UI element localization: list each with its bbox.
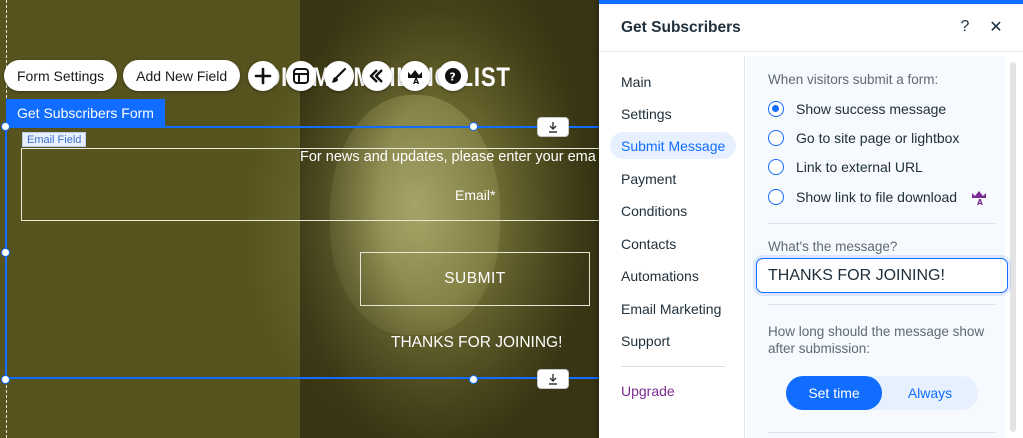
plus-icon[interactable] (248, 60, 279, 91)
stretch-down-icon[interactable] (538, 370, 568, 388)
duration-toggle: Set time Always (786, 376, 978, 410)
help-icon[interactable]: ? (438, 60, 469, 91)
svg-text:A: A (977, 198, 983, 205)
scrollbar-thumb[interactable] (1010, 62, 1016, 432)
submit-prompt-label: When visitors submit a form: (768, 72, 939, 87)
resize-handle[interactable] (1, 122, 10, 131)
stretch-down-icon[interactable] (538, 118, 568, 136)
option-go-to-page[interactable]: Go to site page or lightbox (768, 130, 959, 146)
message-input[interactable]: THANKS FOR JOINING! (756, 258, 1008, 293)
nav-item-submit-message[interactable]: Submit Message (610, 132, 737, 159)
option-label: Show success message (796, 101, 947, 117)
section-divider (768, 304, 996, 305)
svg-text:?: ? (450, 70, 456, 83)
option-show-success-message[interactable]: Show success message (768, 101, 946, 117)
panel-title: Get Subscribers (621, 18, 741, 36)
animation-icon[interactable] (362, 60, 393, 91)
option-label: Link to external URL (796, 159, 923, 175)
field-description: For news and updates, please enter your … (300, 149, 596, 165)
nav-item-payment[interactable]: Payment (610, 165, 687, 192)
radio-button[interactable] (768, 130, 784, 146)
nav-divider (621, 366, 725, 367)
resize-handle[interactable] (1, 248, 10, 257)
nav-item-conditions[interactable]: Conditions (610, 197, 698, 224)
premium-crown-icon: A (972, 191, 987, 205)
always-option[interactable]: Always (882, 376, 978, 410)
message-label: What's the message? (768, 239, 898, 254)
resize-handle[interactable] (469, 375, 478, 384)
component-name-tag[interactable]: Get Subscribers Form (6, 99, 165, 126)
settings-panel: Get Subscribers ? ✕ Main Settings Submit… (599, 0, 1023, 438)
section-divider (768, 432, 996, 433)
option-file-download[interactable]: Show link to file download A (768, 189, 987, 205)
nav-item-settings[interactable]: Settings (610, 100, 683, 127)
add-new-field-button[interactable]: Add New Field (123, 60, 241, 91)
component-toolbar: Form Settings Add New Field A ? (4, 60, 469, 91)
resize-handle[interactable] (469, 122, 478, 131)
nav-item-automations[interactable]: Automations (610, 262, 710, 289)
nav-item-main[interactable]: Main (610, 68, 662, 95)
brush-icon[interactable] (324, 60, 355, 91)
field-type-tag: Email Field (22, 132, 87, 147)
nav-item-support[interactable]: Support (610, 327, 681, 354)
option-link-external[interactable]: Link to external URL (768, 159, 923, 175)
nav-item-contacts[interactable]: Contacts (610, 230, 687, 257)
nav-item-upgrade[interactable]: Upgrade (610, 377, 686, 404)
close-button[interactable]: ✕ (987, 18, 1005, 36)
option-label: Go to site page or lightbox (796, 130, 960, 146)
duration-label-cont: after submission: (768, 341, 871, 356)
form-settings-button[interactable]: Form Settings (4, 60, 118, 91)
option-label: Show link to file download (796, 189, 958, 205)
success-message: THANKS FOR JOINING! (391, 334, 563, 351)
panel-nav: Main Settings Submit Message Payment Con… (599, 56, 745, 438)
nav-item-email-marketing[interactable]: Email Marketing (610, 295, 732, 322)
svg-text:A: A (413, 77, 420, 85)
resize-handle[interactable] (1, 375, 10, 384)
layout-icon[interactable] (286, 60, 317, 91)
email-field-label: Email* (455, 187, 496, 203)
submit-button[interactable]: SUBMIT (360, 252, 590, 306)
duration-label: How long should the message show (768, 324, 985, 339)
section-divider (768, 223, 996, 224)
help-button[interactable]: ? (956, 18, 974, 36)
premium-icon[interactable]: A (400, 60, 431, 91)
panel-header: Get Subscribers ? ✕ (599, 4, 1023, 52)
editor-canvas[interactable]: JOIN MY MAILING LIST Form Settings Add N… (0, 0, 600, 438)
radio-button[interactable] (768, 189, 784, 205)
set-time-option[interactable]: Set time (786, 376, 882, 410)
radio-button[interactable] (768, 159, 784, 175)
radio-button-selected[interactable] (768, 101, 784, 117)
